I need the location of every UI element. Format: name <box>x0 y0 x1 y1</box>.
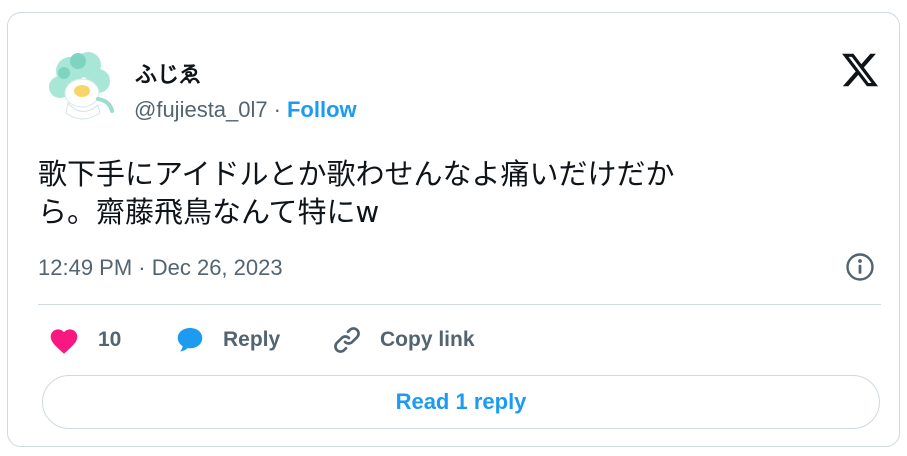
read-replies-button[interactable]: Read 1 reply <box>42 375 880 429</box>
copy-link-button[interactable]: Copy link <box>330 323 475 357</box>
like-count: 10 <box>98 328 122 351</box>
tweet-card: ふじゑ @fujiesta_0l7 · Follow 歌下手にアイドルとか歌わせ… <box>7 12 900 447</box>
author-handle-row: @fujiesta_0l7 · Follow <box>134 97 357 123</box>
tweet-timestamp[interactable]: 12:49 PM · Dec 26, 2023 <box>38 255 283 281</box>
link-icon <box>330 323 364 357</box>
tweet-text: 歌下手にアイドルとか歌わせんなよ痛いだけだか ら。齋藤飛鳥なんて特にw <box>38 155 828 231</box>
tweet-text-line: 歌下手にアイドルとか歌わせんなよ痛いだけだか <box>38 157 675 191</box>
x-logo-icon[interactable] <box>840 50 880 90</box>
like-button[interactable]: 10 <box>48 323 121 357</box>
copy-link-label: Copy link <box>380 328 475 351</box>
avatar[interactable] <box>40 43 122 125</box>
tweet-text-line: ら。齋藤飛鳥なんて特にw <box>38 195 380 229</box>
follow-button[interactable]: Follow <box>287 97 357 123</box>
divider <box>38 304 881 305</box>
info-icon[interactable] <box>844 251 876 283</box>
reply-label: Reply <box>223 328 281 351</box>
handle-separator: · <box>273 97 281 122</box>
author-display-name[interactable]: ふじゑ <box>135 57 201 89</box>
author-handle[interactable]: @fujiesta_0l7 <box>134 97 268 123</box>
reply-button[interactable]: Reply <box>173 323 280 357</box>
heart-icon <box>48 325 80 355</box>
speech-bubble-icon <box>173 324 207 356</box>
avatar-image <box>49 52 114 120</box>
